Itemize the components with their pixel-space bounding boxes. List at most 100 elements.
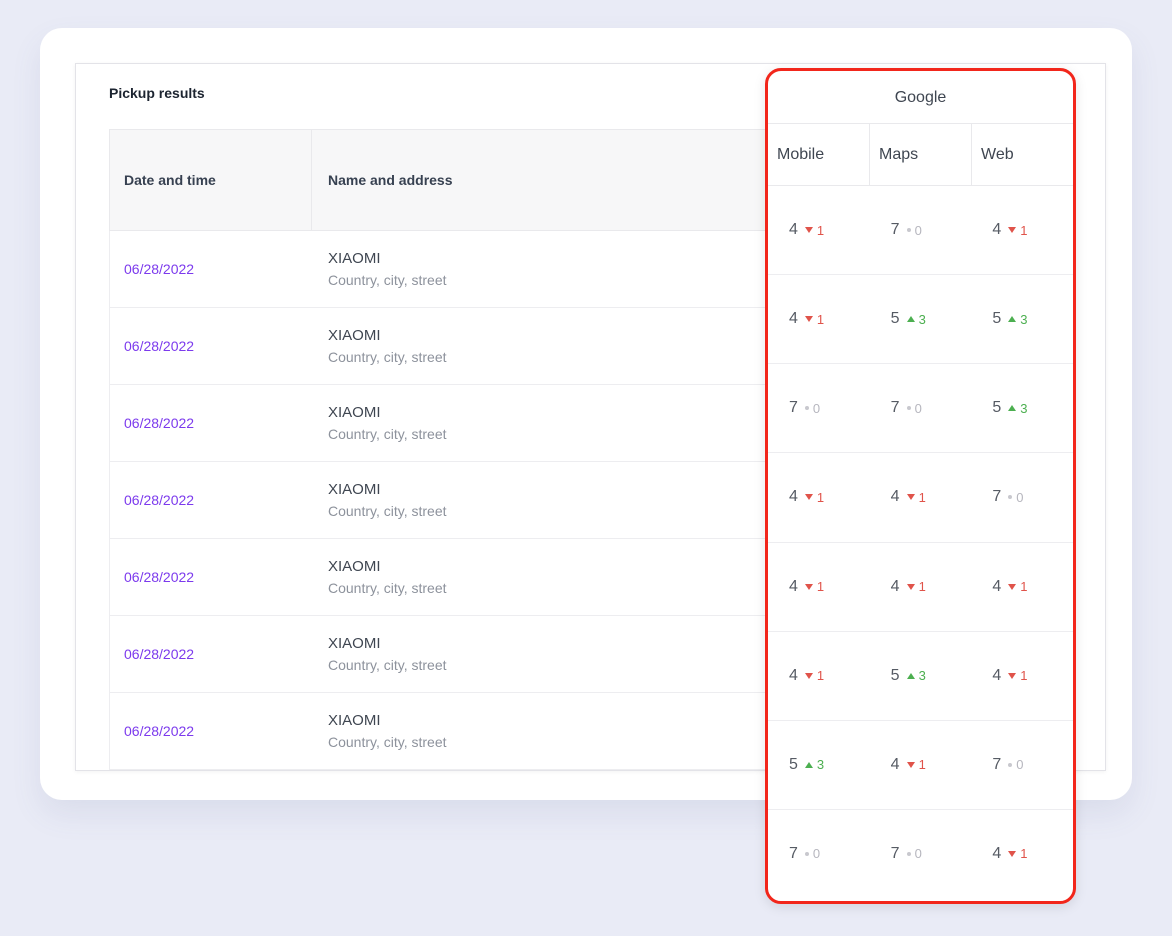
rank-value: 7 xyxy=(890,399,900,417)
rank-delta: 1 xyxy=(816,311,825,327)
trend-flat-icon xyxy=(804,406,809,411)
rank-delta: 1 xyxy=(816,668,825,684)
trend-flat-icon xyxy=(906,228,911,233)
rank-delta: 0 xyxy=(1016,757,1024,773)
rank-cell: 41 xyxy=(870,543,972,631)
date-link[interactable]: 06/28/2022 xyxy=(124,492,194,508)
rank-cell: 41 xyxy=(971,543,1073,631)
rank-delta: 0 xyxy=(812,846,821,862)
rank-delta: 0 xyxy=(914,222,922,238)
rank-cell: 41 xyxy=(768,543,870,631)
rank-value: 4 xyxy=(992,577,1002,595)
rank-value: 4 xyxy=(992,221,1002,239)
rank-cell: 70 xyxy=(870,810,972,898)
trend-up-icon xyxy=(804,761,813,768)
date-link[interactable]: 06/28/2022 xyxy=(124,569,194,585)
google-columns-highlight-panel: Google Mobile Maps Web 4170414153537070534… xyxy=(765,68,1076,904)
trend-up-icon xyxy=(1008,405,1017,412)
trend-flat-icon xyxy=(804,851,809,856)
rank-cell: 53 xyxy=(971,275,1073,363)
rank-delta: 3 xyxy=(918,668,926,684)
rank-cell: 41 xyxy=(870,721,972,809)
rank-delta: 3 xyxy=(1020,400,1028,416)
rank-delta: 0 xyxy=(914,846,922,862)
rank-delta: 1 xyxy=(1020,668,1028,684)
rank-value: 4 xyxy=(789,221,798,239)
google-value-row: 415341 xyxy=(768,632,1073,721)
rank-value: 5 xyxy=(992,310,1002,328)
google-value-row: 707041 xyxy=(768,810,1073,898)
rank-value: 4 xyxy=(890,755,900,773)
rank-delta: 0 xyxy=(1016,489,1024,505)
rank-delta: 3 xyxy=(816,757,825,773)
rank-value: 4 xyxy=(789,666,798,684)
trend-down-icon xyxy=(1008,583,1017,590)
date-cell: 06/28/2022 xyxy=(110,539,312,615)
rank-value: 7 xyxy=(992,488,1002,506)
rank-cell: 70 xyxy=(768,364,870,452)
google-value-row: 417041 xyxy=(768,186,1073,276)
trend-up-icon xyxy=(906,316,915,323)
date-link[interactable]: 06/28/2022 xyxy=(124,415,194,431)
date-cell: 06/28/2022 xyxy=(110,308,312,384)
google-value-row: 707053 xyxy=(768,364,1073,454)
rank-value: 4 xyxy=(992,844,1002,862)
rank-value: 7 xyxy=(789,399,798,417)
google-column-header-web: Web xyxy=(971,124,1073,185)
rank-cell: 70 xyxy=(870,364,972,452)
rank-value: 5 xyxy=(992,399,1002,417)
rank-cell: 41 xyxy=(768,275,870,363)
rank-value: 4 xyxy=(789,310,798,328)
date-cell: 06/28/2022 xyxy=(110,693,312,769)
rank-value: 4 xyxy=(789,577,798,595)
rank-delta: 1 xyxy=(816,579,825,595)
trend-down-icon xyxy=(906,761,915,768)
date-link[interactable]: 06/28/2022 xyxy=(124,338,194,354)
date-link[interactable]: 06/28/2022 xyxy=(124,261,194,277)
rank-cell: 41 xyxy=(768,632,870,720)
rank-delta: 0 xyxy=(914,400,922,416)
rank-cell: 53 xyxy=(768,721,870,809)
rank-delta: 1 xyxy=(1020,222,1028,238)
rank-cell: 41 xyxy=(971,186,1073,274)
trend-down-icon xyxy=(804,583,813,590)
trend-down-icon xyxy=(1008,850,1017,857)
rank-delta: 1 xyxy=(816,222,825,238)
rank-cell: 53 xyxy=(971,364,1073,452)
trend-flat-icon xyxy=(906,406,911,411)
trend-flat-icon xyxy=(1008,495,1013,500)
rank-value: 7 xyxy=(890,221,900,239)
google-panel-title: Google xyxy=(768,71,1073,124)
rank-delta: 1 xyxy=(1020,579,1028,595)
trend-flat-icon xyxy=(906,851,911,856)
card-title: Pickup results xyxy=(109,85,205,101)
trend-down-icon xyxy=(1008,672,1017,679)
rank-delta: 0 xyxy=(812,400,821,416)
google-column-header-mobile: Mobile xyxy=(777,145,825,163)
rank-cell: 70 xyxy=(870,186,972,274)
rank-cell: 53 xyxy=(870,275,972,363)
rank-value: 4 xyxy=(890,488,900,506)
rank-value: 7 xyxy=(890,844,900,862)
rank-cell: 70 xyxy=(768,810,870,898)
google-value-row: 414141 xyxy=(768,543,1073,632)
google-panel-body: 4170414153537070534141704141414153415341… xyxy=(768,186,1073,898)
trend-down-icon xyxy=(906,494,915,501)
rank-value: 7 xyxy=(992,755,1002,773)
google-panel-header: Mobile Maps Web xyxy=(768,124,1073,186)
date-link[interactable]: 06/28/2022 xyxy=(124,723,194,739)
rank-cell: 41 xyxy=(870,453,972,541)
trend-down-icon xyxy=(804,672,813,679)
rank-cell: 41 xyxy=(971,632,1073,720)
google-value-row: 4141 70 xyxy=(768,453,1073,543)
rank-cell: 41 xyxy=(768,453,870,541)
rank-value: 5 xyxy=(789,755,798,773)
trend-flat-icon xyxy=(1008,762,1013,767)
rank-delta: 3 xyxy=(1020,311,1028,327)
date-link[interactable]: 06/28/2022 xyxy=(124,646,194,662)
rank-value: 4 xyxy=(890,577,900,595)
date-cell: 06/28/2022 xyxy=(110,616,312,692)
rank-cell: 41 xyxy=(971,810,1073,898)
rank-delta: 1 xyxy=(918,757,926,773)
trend-down-icon xyxy=(804,316,813,323)
